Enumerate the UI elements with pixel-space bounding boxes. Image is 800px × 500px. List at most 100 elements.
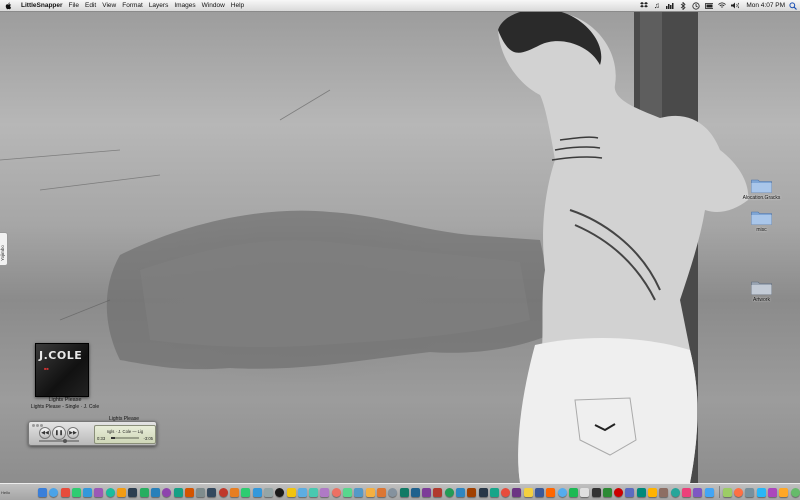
dock-app-icon[interactable] bbox=[681, 487, 691, 497]
bluetooth-icon[interactable] bbox=[679, 1, 687, 10]
dock-app-icon[interactable] bbox=[512, 487, 522, 497]
dock-app-icon[interactable] bbox=[83, 487, 93, 497]
dock-app-icon[interactable] bbox=[478, 487, 488, 497]
timemachine-icon[interactable] bbox=[692, 1, 700, 10]
dock-app-icon[interactable] bbox=[670, 487, 680, 497]
dock-app-icon[interactable] bbox=[557, 487, 567, 497]
volume-slider[interactable] bbox=[39, 439, 79, 443]
dock-app-icon[interactable] bbox=[591, 487, 601, 497]
dock-app-icon[interactable] bbox=[162, 487, 172, 497]
progress-bar[interactable] bbox=[111, 437, 139, 439]
dock-app-icon[interactable] bbox=[535, 487, 545, 497]
album-art-widget[interactable]: J.COLE ■■ Lights Please Lights Please - … bbox=[30, 343, 100, 411]
battery-icon[interactable] bbox=[704, 2, 713, 10]
dock-app-icon[interactable] bbox=[286, 487, 296, 497]
dock-app-icon[interactable] bbox=[173, 487, 183, 497]
dock-app-icon[interactable] bbox=[230, 487, 240, 497]
menu-help[interactable]: Help bbox=[228, 0, 247, 11]
close-button[interactable] bbox=[32, 424, 35, 427]
music-note-icon[interactable]: ♫ bbox=[653, 1, 661, 10]
dock-app-icon[interactable] bbox=[354, 487, 364, 497]
dock-app-icon[interactable] bbox=[207, 487, 217, 497]
dock-app-icon[interactable] bbox=[218, 487, 228, 497]
dock-app-icon[interactable] bbox=[768, 487, 777, 497]
menu-file[interactable]: File bbox=[66, 0, 82, 11]
dock-app-icon[interactable] bbox=[297, 487, 307, 497]
dock-app-icon[interactable] bbox=[602, 487, 612, 497]
volume-icon[interactable] bbox=[730, 2, 739, 10]
dock-app-icon[interactable] bbox=[49, 487, 59, 497]
dock-app-icon[interactable] bbox=[399, 487, 409, 497]
dock-app-icon[interactable] bbox=[139, 487, 149, 497]
dock-app-icon[interactable] bbox=[580, 487, 590, 497]
dock-app-icon[interactable] bbox=[105, 487, 115, 497]
menu-format[interactable]: Format bbox=[119, 0, 146, 11]
wifi-icon[interactable] bbox=[717, 2, 726, 10]
dock-app-icon[interactable] bbox=[693, 487, 703, 497]
dock-app-icon[interactable] bbox=[320, 487, 330, 497]
dock-app-icon[interactable] bbox=[756, 487, 766, 497]
dock-app-icon[interactable] bbox=[489, 487, 499, 497]
dock-app-icon[interactable] bbox=[150, 487, 160, 497]
menu-window[interactable]: Window bbox=[199, 0, 228, 11]
dock-app-icon[interactable] bbox=[433, 487, 443, 497]
dock-app-icon[interactable] bbox=[704, 487, 714, 497]
dock-app-icon[interactable] bbox=[648, 487, 658, 497]
dock-app-icon[interactable] bbox=[263, 487, 273, 497]
dock-app-icon[interactable] bbox=[779, 487, 789, 497]
menu-app-name[interactable]: LittleSnapper bbox=[18, 0, 66, 11]
dock-app-icon[interactable] bbox=[625, 487, 635, 497]
dock-app-icon[interactable] bbox=[388, 487, 398, 497]
dock-app-icon[interactable] bbox=[376, 487, 386, 497]
dock-app-icon[interactable] bbox=[523, 487, 533, 497]
dock-app-icon[interactable] bbox=[745, 487, 755, 497]
dock-app-icon[interactable] bbox=[444, 487, 454, 497]
yojimbo-drop-dock[interactable]: Yojimbo bbox=[0, 232, 8, 266]
dock-app-icon[interactable] bbox=[790, 487, 800, 497]
dock-app-icon[interactable] bbox=[241, 487, 251, 497]
desktop-folder-alocation-gracks[interactable]: Alocation.Gracks bbox=[743, 178, 780, 201]
apple-icon[interactable] bbox=[5, 0, 14, 11]
dock-app-icon[interactable] bbox=[331, 487, 341, 497]
menu-view[interactable]: View bbox=[99, 0, 119, 11]
dock-app-icon[interactable] bbox=[94, 487, 104, 497]
dock-app-icon[interactable] bbox=[60, 487, 70, 497]
itunes-mini-player[interactable]: ◀◀ ❚❚ ▶▶ Lights Please ngls · J. Cole — … bbox=[28, 416, 157, 446]
dock-app-icon[interactable] bbox=[365, 487, 375, 497]
activity-icon[interactable] bbox=[665, 2, 674, 10]
next-button[interactable]: ▶▶ bbox=[67, 427, 79, 439]
dock-app-icon[interactable] bbox=[410, 487, 420, 497]
volume-knob[interactable] bbox=[63, 439, 67, 443]
menu-images[interactable]: Images bbox=[171, 0, 198, 11]
menu-edit[interactable]: Edit bbox=[82, 0, 99, 11]
menu-clock[interactable]: Mon 4:07 PM bbox=[743, 0, 788, 11]
dock-app-icon[interactable] bbox=[309, 487, 319, 497]
dock-app-icon[interactable] bbox=[722, 487, 732, 497]
menu-layers[interactable]: Layers bbox=[146, 0, 172, 11]
dock-app-icon[interactable] bbox=[546, 487, 556, 497]
dock-app-icon[interactable] bbox=[128, 487, 138, 497]
pause-button[interactable]: ❚❚ bbox=[52, 426, 66, 440]
dropbox-icon[interactable] bbox=[639, 2, 648, 10]
minimize-button[interactable] bbox=[36, 424, 39, 427]
previous-button[interactable]: ◀◀ bbox=[39, 427, 51, 439]
dock-app-icon[interactable] bbox=[184, 487, 194, 497]
dock-app-icon[interactable] bbox=[71, 487, 81, 497]
dock-app-icon[interactable] bbox=[196, 487, 206, 497]
spotlight-icon[interactable] bbox=[788, 0, 798, 11]
dock-app-icon[interactable] bbox=[614, 487, 624, 497]
dock-app-icon[interactable] bbox=[455, 487, 465, 497]
desktop-folder-artwork[interactable]: Artwork bbox=[751, 280, 772, 303]
dock-app-icon[interactable] bbox=[275, 487, 285, 497]
dock-app-icon[interactable] bbox=[734, 487, 744, 497]
dock-app-icon[interactable] bbox=[252, 487, 262, 497]
desktop-folder-misc[interactable]: misc bbox=[751, 210, 772, 233]
dock-app-icon[interactable] bbox=[501, 487, 511, 497]
dock-app-icon[interactable] bbox=[38, 487, 47, 497]
dock-app-icon[interactable] bbox=[568, 487, 578, 497]
dock-app-icon[interactable] bbox=[659, 487, 669, 497]
dock-app-icon[interactable] bbox=[467, 487, 477, 497]
dock-app-icon[interactable] bbox=[343, 487, 353, 497]
dock-app-icon[interactable] bbox=[422, 487, 432, 497]
dock-app-icon[interactable] bbox=[636, 487, 646, 497]
